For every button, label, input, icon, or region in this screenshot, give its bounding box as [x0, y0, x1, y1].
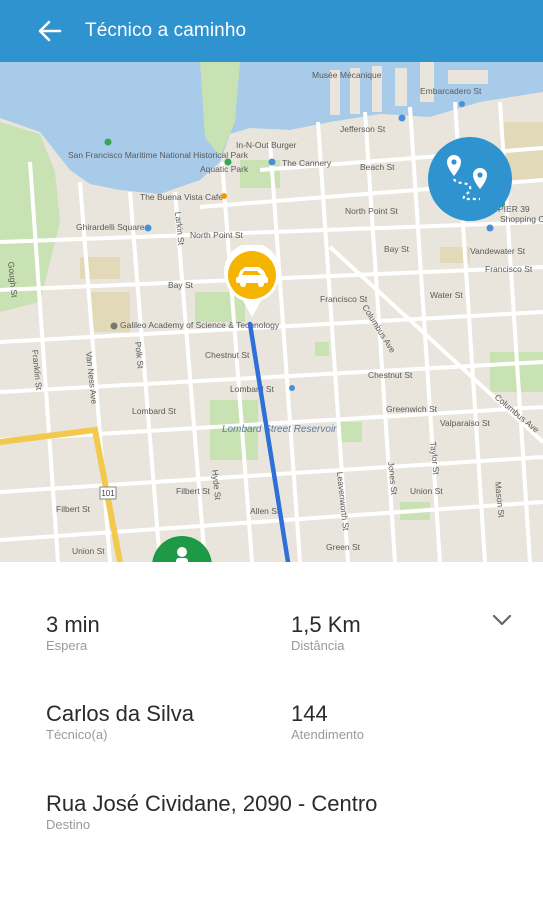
- service-number-label: Atendimento: [291, 727, 364, 742]
- expand-button[interactable]: [488, 606, 516, 634]
- service-number: 144 Atendimento: [291, 701, 364, 742]
- wait-time-label: Espera: [46, 638, 88, 653]
- wait-time-value: 3 min: [46, 612, 100, 637]
- map-label: In-N-Out Burger: [236, 140, 297, 150]
- map-label: Ghirardelli Square: [76, 222, 145, 232]
- map-label: Water St: [430, 290, 463, 300]
- map-label: Filbert St: [176, 486, 211, 496]
- map-label: Beach St: [360, 162, 395, 172]
- map-label: North Point St: [345, 206, 399, 216]
- map-label: Lombard St: [230, 384, 275, 394]
- wait-time: 3 min Espera: [46, 612, 100, 653]
- map-label: The Cannery: [282, 158, 332, 168]
- map-label: Aquatic Park: [200, 164, 249, 174]
- route-button[interactable]: [428, 137, 512, 221]
- back-button[interactable]: [34, 16, 64, 46]
- person-pin-icon[interactable]: [150, 534, 214, 562]
- map-label: Francisco St: [485, 264, 533, 274]
- map-label: Lombard St: [132, 406, 177, 416]
- app-bar: Técnico a caminho: [0, 0, 543, 62]
- map-label: Valparaiso St: [440, 418, 491, 428]
- map-label: Bay St: [384, 244, 410, 254]
- map-label: The Buena Vista Cafe: [140, 192, 223, 202]
- destination-value: Rua José Cividane, 2090 - Centro: [46, 791, 378, 816]
- route-icon: [447, 155, 487, 201]
- distance-value: 1,5 Km: [291, 612, 361, 637]
- map-label: Greenwich St: [386, 404, 438, 414]
- destination-label: Destino: [46, 817, 91, 832]
- map-view[interactable]: 101 Musée Mécanique Embarcadero St Jeffe…: [0, 62, 543, 562]
- map-label: Lombard Street Reservoir: [222, 424, 337, 435]
- map-label: North Point St: [190, 230, 244, 240]
- distance-label: Distância: [291, 638, 345, 653]
- chevron-down-icon: [492, 614, 512, 626]
- map-label: Union St: [72, 546, 105, 556]
- map-label: Allen St: [250, 506, 280, 516]
- arrow-left-icon: [38, 20, 62, 42]
- map-label: Shopping Ce: [500, 214, 543, 224]
- map-label: Chestnut St: [368, 370, 413, 380]
- map-label: San Francisco Maritime National Historic…: [68, 150, 249, 160]
- map-label: Green St: [326, 542, 361, 552]
- map-label: Embarcadero St: [420, 86, 482, 96]
- highway-shield: 101: [101, 489, 115, 498]
- service-number-value: 144: [291, 701, 328, 726]
- page-title: Técnico a caminho: [85, 20, 247, 41]
- technician-value: Carlos da Silva: [46, 701, 194, 726]
- map-label: Galileo Academy of Science & Technology: [120, 320, 280, 330]
- map-label: Chestnut St: [205, 350, 250, 360]
- map-label: Vandewater St: [470, 246, 526, 256]
- distance: 1,5 Km Distância: [291, 612, 361, 653]
- map-label: Filbert St: [56, 504, 91, 514]
- technician: Carlos da Silva Técnico(a): [46, 701, 194, 742]
- map-label: Francisco St: [320, 294, 368, 304]
- technician-label: Técnico(a): [46, 727, 108, 742]
- car-icon[interactable]: [221, 245, 283, 321]
- map-label: Union St: [410, 486, 443, 496]
- map-label: Jefferson St: [340, 124, 386, 134]
- map-label: Bay St: [168, 280, 194, 290]
- destination: Rua José Cividane, 2090 - Centro Destino: [46, 791, 377, 832]
- map-label: Musée Mécanique: [312, 70, 382, 80]
